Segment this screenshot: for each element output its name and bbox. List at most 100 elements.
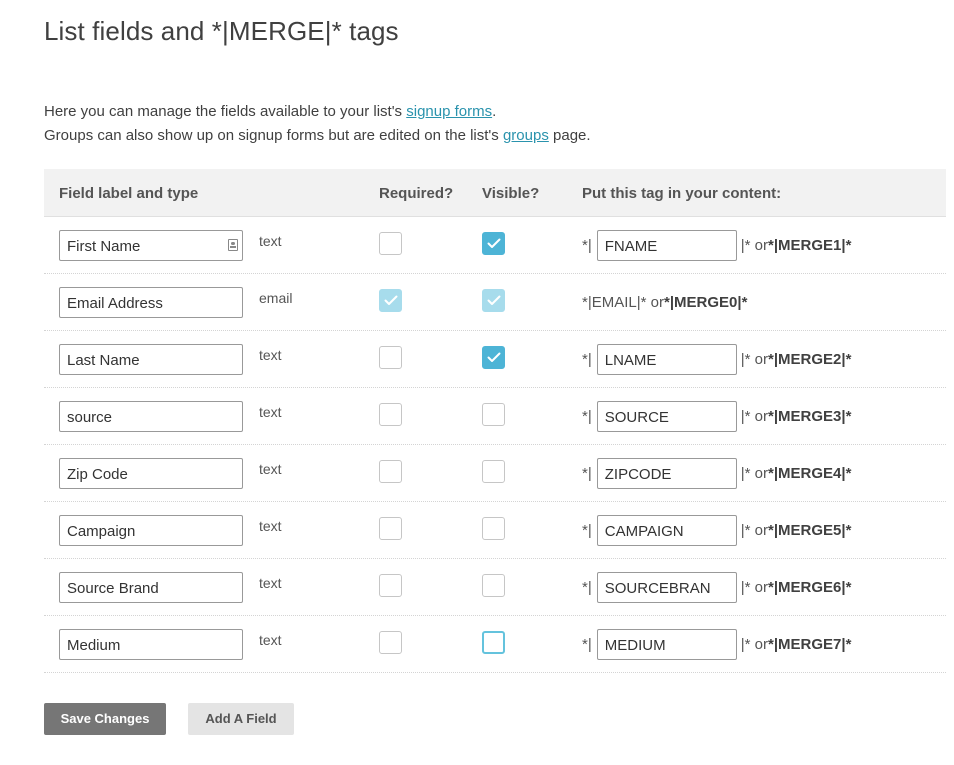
table-row: Campaign text *| CAMPAIGN |* or *|MERGE5|* — [44, 502, 946, 559]
field-label-input[interactable]: First Name — [59, 230, 243, 261]
merge-tag-suffix: |* or — [740, 351, 768, 368]
visible-checkbox — [482, 289, 505, 312]
merge-tag-suffix: |* or — [740, 408, 768, 425]
contact-card-icon — [228, 239, 238, 251]
required-checkbox[interactable] — [379, 574, 402, 597]
intro-line-2: Groups can also show up on signup forms … — [44, 124, 591, 148]
merge-tag-cell: *| CAMPAIGN |* or *|MERGE5|* — [582, 515, 851, 546]
field-label-input[interactable]: Zip Code — [59, 458, 243, 489]
visible-checkbox[interactable] — [482, 403, 505, 426]
signup-forms-link[interactable]: signup forms — [406, 103, 492, 120]
field-label-input[interactable]: Campaign — [59, 515, 243, 546]
merge-number-tag: *|MERGE0|* — [664, 294, 748, 311]
merge-number-tag: *|MERGE6|* — [767, 579, 852, 596]
merge-tag-input[interactable]: LNAME — [596, 344, 737, 375]
visible-checkbox[interactable] — [482, 232, 505, 255]
intro-line-2-suffix: page. — [548, 127, 591, 144]
save-changes-button[interactable]: Save Changes — [44, 703, 166, 735]
merge-number-tag: *|MERGE4|* — [767, 465, 852, 482]
merge-tag-cell: *| LNAME |* or *|MERGE2|* — [582, 344, 851, 375]
required-checkbox[interactable] — [379, 403, 402, 426]
merge-number-tag: *|MERGE5|* — [767, 522, 852, 539]
checkmark-icon — [487, 295, 500, 305]
field-label-input[interactable]: source — [59, 401, 243, 432]
visible-checkbox[interactable] — [482, 517, 505, 540]
field-label-input[interactable]: Source Brand — [59, 572, 243, 603]
checkmark-icon — [487, 238, 500, 248]
required-checkbox[interactable] — [379, 517, 402, 540]
checkmark-icon — [487, 352, 500, 362]
required-checkbox[interactable] — [379, 346, 402, 369]
merge-tag-input[interactable]: FNAME — [596, 230, 737, 261]
table-row: Source Brand text *| SOURCEBRAN |* or *|MERG… — [44, 559, 946, 616]
field-type: text — [259, 233, 282, 249]
merge-tag-cell: *| ZIPCODE |* or *|MERGE4|* — [582, 458, 851, 489]
merge-number-tag: *|MERGE1|* — [767, 237, 852, 254]
required-checkbox[interactable] — [379, 631, 402, 654]
field-label-value: Medium — [67, 637, 121, 654]
table-header: Field label and type Required? Visible? … — [44, 169, 946, 217]
merge-tag-static: *|EMAIL|* or — [582, 294, 664, 311]
field-label-value: Last Name — [67, 352, 140, 369]
intro-text: Here you can manage the fields available… — [44, 100, 591, 148]
merge-tag-suffix: |* or — [740, 237, 768, 254]
merge-tag-prefix: *| — [582, 579, 592, 596]
table-row: Medium text *| MEDIUM |* or *|MERGE7|* — [44, 616, 946, 673]
merge-tag-prefix: *| — [582, 636, 592, 653]
field-label-value: Campaign — [67, 523, 136, 540]
merge-tag-input[interactable]: SOURCE — [596, 401, 737, 432]
merge-tag-input[interactable]: ZIPCODE — [596, 458, 737, 489]
header-required: Required? — [379, 185, 454, 202]
visible-checkbox[interactable] — [482, 346, 505, 369]
field-label-input[interactable]: Medium — [59, 629, 243, 660]
header-tag: Put this tag in your content: — [582, 185, 782, 202]
intro-line-1-text: Here you can manage the fields available… — [44, 103, 407, 120]
add-field-button[interactable]: Add A Field — [188, 703, 294, 735]
merge-tag-prefix: *| — [582, 522, 592, 539]
merge-tag-suffix: |* or — [740, 465, 768, 482]
required-checkbox — [379, 289, 402, 312]
required-checkbox[interactable] — [379, 232, 402, 255]
merge-number-tag: *|MERGE3|* — [767, 408, 852, 425]
merge-number-tag: *|MERGE7|* — [767, 636, 852, 653]
page-title: List fields and *|MERGE|* tags — [44, 16, 399, 46]
visible-checkbox[interactable] — [482, 460, 505, 483]
merge-tag-suffix: |* or — [740, 522, 768, 539]
merge-tag-cell: *| SOURCE |* or *|MERGE3|* — [582, 401, 851, 432]
field-type: text — [259, 632, 282, 648]
fields-table: Field label and type Required? Visible? … — [44, 169, 946, 673]
intro-line-2-text: Groups can also show up on signup forms … — [44, 127, 503, 144]
table-row: Zip Code text *| ZIPCODE |* or *|MERGE4|* — [44, 445, 946, 502]
required-checkbox[interactable] — [379, 460, 402, 483]
merge-tag-prefix: *| — [582, 237, 592, 254]
field-label-input[interactable]: Last Name — [59, 344, 243, 375]
merge-tag-input[interactable]: SOURCEBRAN — [596, 572, 737, 603]
merge-tag-input[interactable]: MEDIUM — [596, 629, 737, 660]
intro-line-1: Here you can manage the fields available… — [44, 100, 591, 124]
visible-checkbox[interactable] — [482, 631, 505, 654]
intro-line-1-suffix: . — [492, 103, 497, 120]
header-field-label: Field label and type — [59, 185, 199, 202]
field-label-value: Source Brand — [67, 580, 159, 597]
field-label-value: source — [67, 409, 113, 426]
field-label-input[interactable]: Email Address — [59, 287, 243, 318]
field-type: text — [259, 347, 282, 363]
field-label-value: Email Address — [67, 295, 163, 312]
groups-link[interactable]: groups — [503, 127, 549, 144]
merge-tag-suffix: |* or — [740, 579, 768, 596]
field-label-value: Zip Code — [67, 466, 128, 483]
checkmark-icon — [384, 295, 397, 305]
merge-number-tag: *|MERGE2|* — [767, 351, 852, 368]
merge-tag-prefix: *| — [582, 465, 592, 482]
merge-tag-cell: *| FNAME |* or *|MERGE1|* — [582, 230, 851, 261]
field-type: text — [259, 404, 282, 420]
visible-checkbox[interactable] — [482, 574, 505, 597]
merge-tag-cell: *| MEDIUM |* or *|MERGE7|* — [582, 629, 851, 660]
table-row: Last Name text *| LNAME |* or *|MERGE2|* — [44, 331, 946, 388]
merge-tag-cell: *| SOURCEBRAN |* or *|MERGE6|* — [582, 572, 851, 603]
merge-tag-input[interactable]: CAMPAIGN — [596, 515, 737, 546]
merge-tag-suffix: |* or — [740, 636, 768, 653]
field-type: text — [259, 461, 282, 477]
field-type: text — [259, 518, 282, 534]
field-label-value: First Name — [67, 238, 141, 255]
